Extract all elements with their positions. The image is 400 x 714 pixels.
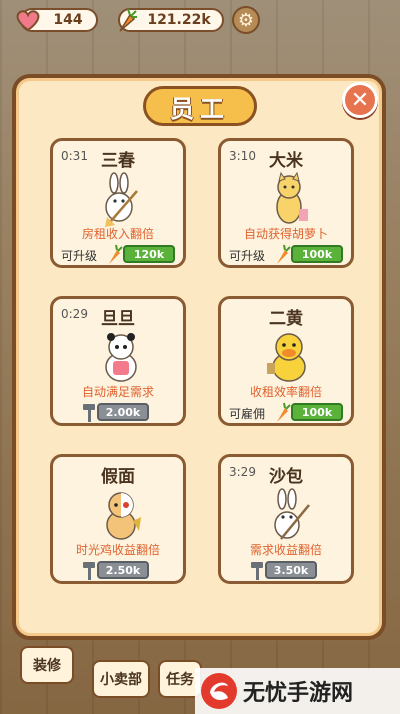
unlock-cost-button[interactable]: 2.00k <box>97 403 149 421</box>
card-description: 自动获得胡萝卜 <box>243 227 328 241</box>
card-description: 需求收益翻倍 <box>249 543 322 557</box>
card-description: 时光鸡收益翻倍 <box>75 543 160 557</box>
carrot-icon <box>277 244 291 264</box>
panda-character <box>93 329 149 385</box>
rabbit-worker-character <box>261 487 317 543</box>
unlock-cost-button[interactable]: 2.50k <box>97 561 149 579</box>
shop-button[interactable]: 小卖部 <box>92 660 150 698</box>
carrots-value: 121.22k <box>147 12 211 28</box>
hearts-value: 144 <box>53 12 83 28</box>
cat-character <box>261 171 317 227</box>
watermark-text: 无忧手游网 <box>243 681 354 706</box>
masked-fox-character <box>93 487 149 543</box>
top-bar: 144 121.22k ⚙ <box>0 0 400 38</box>
card-status: 可升级 <box>229 249 266 263</box>
card-name: 沙包 <box>269 467 303 487</box>
staff-card-shabao[interactable]: 3:29 沙包 需求收益翻倍 3.50k <box>218 454 354 584</box>
card-status: 可雇佣 <box>229 407 266 421</box>
staff-card-sanchun[interactable]: 0:31 三春 房租收入翻倍 可升级 120k <box>50 138 186 268</box>
staff-card-jiamian[interactable]: 假面 时光鸡收益翻倍 2.50k <box>50 454 186 584</box>
carrot-icon <box>112 6 140 34</box>
card-name: 二黄 <box>269 309 303 329</box>
carrot-icon <box>277 402 291 422</box>
card-status: 可升级 <box>61 249 98 263</box>
unlock-cost-button[interactable]: 3.50k <box>265 561 317 579</box>
heart-icon <box>14 6 42 34</box>
card-description: 收租效率翻倍 <box>249 385 322 399</box>
hire-cost-button[interactable]: 100k <box>291 403 343 421</box>
card-description: 房租收入翻倍 <box>81 227 154 241</box>
card-name: 旦旦 <box>101 309 135 329</box>
staff-card-erhuang[interactable]: 二黄 收租效率翻倍 可雇佣 100k <box>218 296 354 426</box>
card-name: 大米 <box>269 151 303 171</box>
upgrade-cost-button[interactable]: 100k <box>291 245 343 263</box>
card-name: 假面 <box>101 467 135 487</box>
card-description: 自动满足需求 <box>81 385 154 399</box>
dialog-title: 员工 <box>143 86 257 126</box>
site-watermark: 无忧手游网 <box>195 668 400 714</box>
gear-icon[interactable]: ⚙ <box>232 6 260 34</box>
card-name: 三春 <box>101 151 135 171</box>
staff-card-dandan[interactable]: 0:29 旦旦 自动满足需求 2.00k <box>50 296 186 426</box>
hearts-counter: 144 <box>16 8 98 32</box>
close-button[interactable]: ✕ <box>342 82 378 118</box>
rabbit-sweeper-character <box>93 171 149 227</box>
upgrade-cost-button[interactable]: 120k <box>123 245 175 263</box>
carrot-icon <box>109 244 123 264</box>
carrots-counter: 121.22k <box>118 8 224 32</box>
duck-character <box>261 329 317 385</box>
close-icon: ✕ <box>350 87 370 113</box>
staff-card-dami[interactable]: 3:10 大米 自动获得胡萝卜 可升级 100k <box>218 138 354 268</box>
watermark-logo-icon <box>201 673 237 709</box>
decorate-button[interactable]: 装修 <box>20 646 74 684</box>
